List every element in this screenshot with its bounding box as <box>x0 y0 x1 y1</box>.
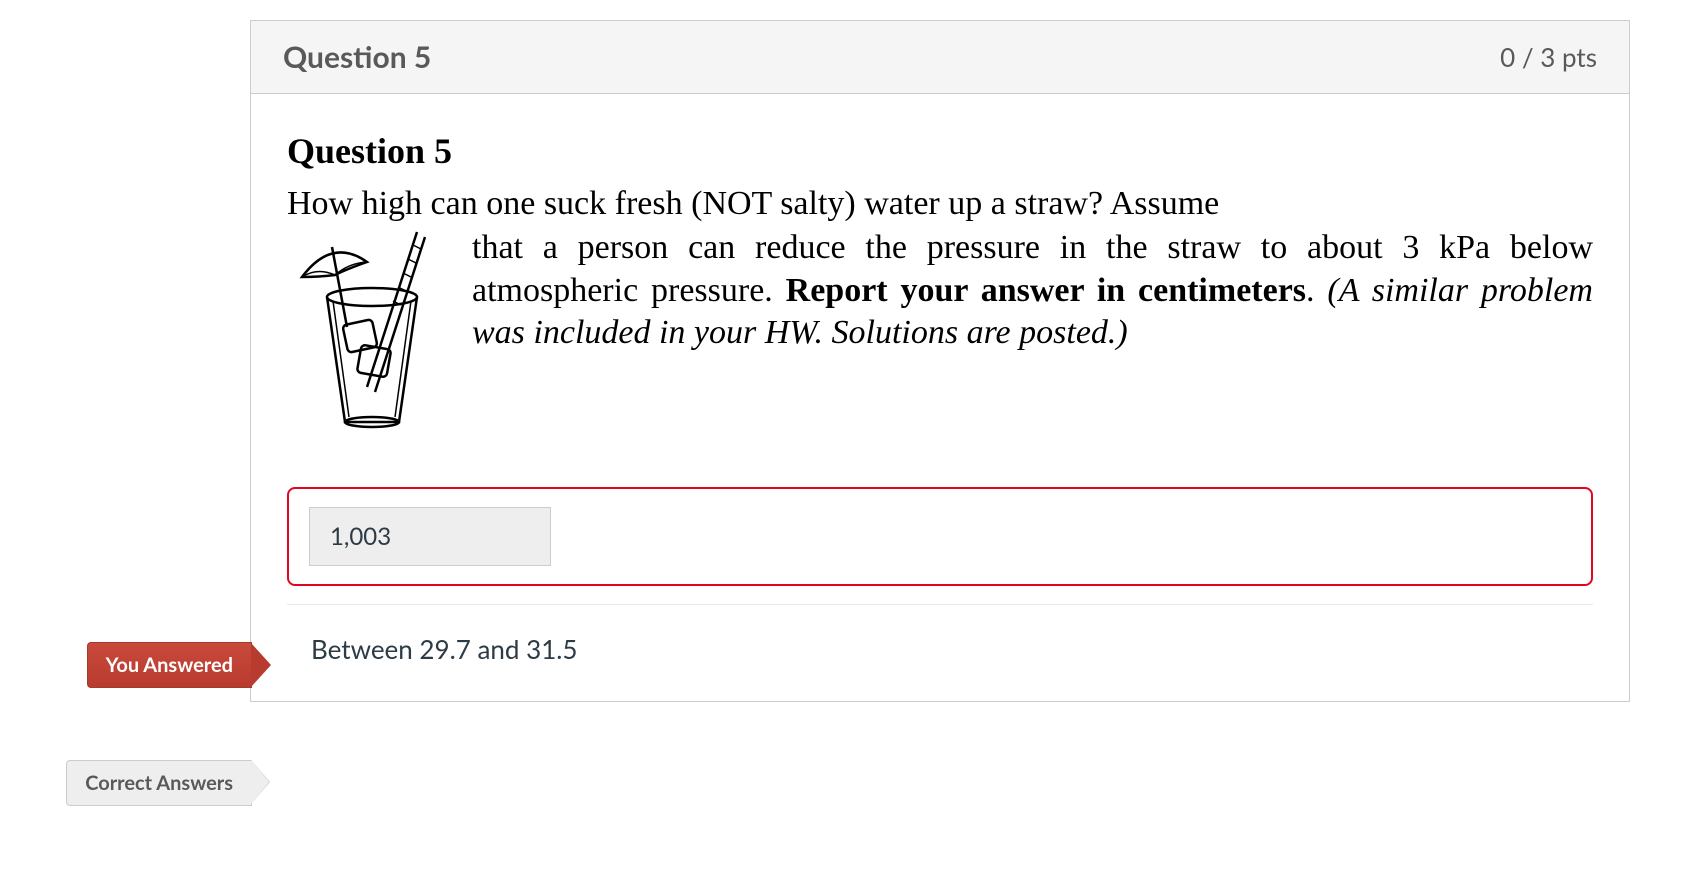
question-card: Question 5 0 / 3 pts Question 5 How high… <box>250 20 1630 702</box>
embedded-question-title: Question 5 <box>287 130 1593 172</box>
correct-answers-label: Correct Answers <box>85 771 233 795</box>
question-block: You Answered Correct Answers Question 5 … <box>250 20 1630 702</box>
question-header: Question 5 0 / 3 pts <box>251 21 1629 94</box>
you-answered-flag: You Answered <box>87 642 252 688</box>
question-text-line1: How high can one suck fresh (NOT salty) … <box>287 184 1593 223</box>
question-points: 0 / 3 pts <box>1500 41 1597 73</box>
correct-answer-text: Between 29.7 and 31.5 <box>311 633 578 665</box>
question-body: Question 5 How high can one suck fresh (… <box>251 94 1629 461</box>
correct-answer-row: Between 29.7 and 31.5 <box>251 605 1629 701</box>
question-image-content: Question 5 How high can one suck fresh (… <box>287 130 1593 437</box>
question-number-title: Question 5 <box>283 39 431 75</box>
quiz-question-page: You Answered Correct Answers Question 5 … <box>0 0 1702 874</box>
question-text-body: that a person can reduce the pressure in… <box>472 227 1593 355</box>
question-text-bold: Report your answer in centimeters <box>786 272 1306 309</box>
question-text-part-c: . <box>1306 272 1327 309</box>
drink-glass-with-straw-icon <box>287 227 452 437</box>
user-answer-area: 1,003 <box>287 487 1593 586</box>
question-text-with-image: that a person can reduce the pressure in… <box>287 227 1593 437</box>
you-answered-label: You Answered <box>106 653 233 677</box>
user-answer-value: 1,003 <box>309 507 551 566</box>
correct-answers-flag: Correct Answers <box>66 760 252 806</box>
